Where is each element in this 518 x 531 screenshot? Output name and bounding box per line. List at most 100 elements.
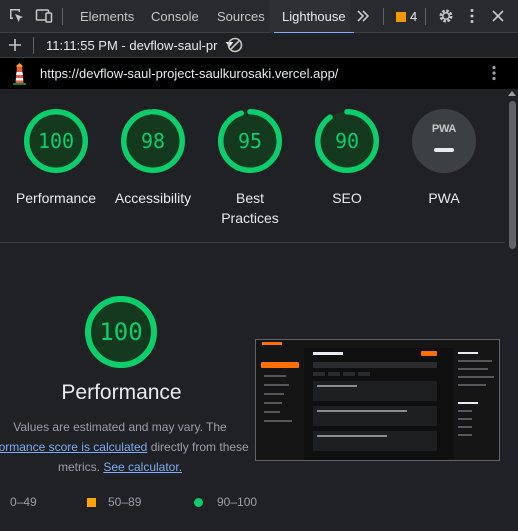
legend-pass: 90–100: [194, 494, 257, 510]
gauge-performance[interactable]: 100 Performance: [8, 109, 104, 208]
thumbnail-text: [317, 435, 387, 437]
scrollbar-thumb[interactable]: [509, 101, 516, 249]
tab-sources[interactable]: Sources: [217, 0, 265, 33]
section-divider: [0, 242, 505, 243]
thumbnail-navbar: [256, 340, 499, 348]
average-square-icon: [87, 498, 96, 507]
final-screenshot-thumbnail[interactable]: [255, 339, 500, 461]
report-selector-label: 11:11:55 PM - devflow-saul-pr: [46, 38, 218, 53]
see-calculator-link[interactable]: See calculator.: [103, 460, 182, 474]
clear-reports-icon[interactable]: [226, 36, 244, 54]
thumbnail-right-sidebar: [454, 348, 499, 460]
issues-counter[interactable]: 4: [396, 8, 417, 25]
note-text: Values are estimated and may vary. The: [13, 420, 227, 434]
score-label: Accessibility: [114, 190, 192, 206]
more-options-icon[interactable]: [463, 7, 481, 25]
thumbnail-text: [458, 402, 478, 404]
settings-gear-icon[interactable]: [437, 7, 455, 25]
toolbar-separator: [425, 8, 426, 25]
score-label: SEO: [332, 190, 362, 206]
gauge-best-practices[interactable]: 95 Best Practices: [202, 109, 298, 228]
more-tabs-chevron-icon[interactable]: [354, 7, 372, 25]
thumbnail-text: [458, 434, 472, 436]
thumbnail-question-card: [313, 431, 437, 451]
thumbnail-button: [421, 351, 437, 356]
score-label: Performance: [15, 190, 97, 206]
new-report-plus-icon[interactable]: [6, 36, 24, 54]
thumbnail-text: [458, 352, 478, 354]
thumbnail-text: [458, 418, 472, 420]
note-text: directly from these: [150, 440, 249, 454]
score-ring: 90: [315, 109, 379, 173]
thumbnail-filter: [358, 372, 370, 376]
note-text: metrics.: [57, 460, 100, 474]
report-url-bar: https://devflow-saul-project-saulkurosak…: [0, 58, 518, 89]
score-ring: 100: [24, 109, 88, 173]
score-value: 100: [37, 129, 75, 153]
thumbnail-nav-item: [264, 384, 289, 386]
category-title: Performance: [61, 381, 182, 404]
thumbnail-filter: [328, 372, 340, 376]
score-ring: 95: [218, 109, 282, 173]
scroll-up-arrow-icon[interactable]: [508, 91, 516, 96]
devtools-tab-bar: Elements Console Sources Lighthouse 4: [0, 0, 518, 34]
lighthouse-logo-icon: [11, 63, 28, 85]
thumbnail-question-card: [313, 406, 437, 426]
tab-lighthouse[interactable]: Lighthouse: [274, 0, 354, 34]
thumbnail-text: [317, 410, 407, 412]
tab-console[interactable]: Console: [151, 0, 199, 33]
thumbnail-search: [313, 362, 437, 368]
thumbnail-sidebar: [256, 348, 304, 460]
thumbnail-text: [458, 360, 492, 362]
thumbnail-active-nav: [261, 362, 299, 368]
audited-url[interactable]: https://devflow-saul-project-saulkurosak…: [40, 58, 338, 89]
issue-flag-icon: [396, 12, 406, 22]
toolbar-separator: [33, 37, 34, 54]
legend-fail-label: 0–49: [10, 495, 37, 509]
toolbar-separator: [62, 8, 63, 25]
thumbnail-text: [458, 410, 472, 412]
thumbnail-nav-item: [264, 375, 286, 377]
thumbnail-nav-item: [264, 411, 280, 413]
gauge-pwa[interactable]: PWA PWA: [396, 109, 492, 208]
legend-average: 50–89: [87, 494, 141, 510]
score-label: PWA: [428, 190, 460, 206]
thumbnail-text: [458, 376, 494, 378]
close-devtools-icon[interactable]: [489, 7, 507, 25]
lighthouse-toolbar: 11:11:55 PM - devflow-saul-pr: [0, 33, 518, 58]
thumbnail-logo: [262, 342, 282, 345]
score-ring: 98: [121, 109, 185, 173]
report-selector[interactable]: 11:11:55 PM - devflow-saul-pr: [46, 33, 234, 58]
thumbnail-text: [458, 426, 472, 428]
thumbnail-nav-item: [264, 402, 282, 404]
score-label: Best Practices: [221, 190, 279, 226]
legend-pass-label: 90–100: [217, 495, 258, 509]
report-scrollbar[interactable]: [505, 89, 518, 531]
gauge-seo[interactable]: 90 SEO: [299, 109, 395, 208]
score-value: 90: [334, 129, 360, 153]
thumbnail-filter: [313, 372, 325, 376]
legend-fail: 0–49: [10, 494, 37, 510]
score-calculation-link[interactable]: rformance score is calculated: [0, 440, 147, 454]
thumbnail-filter: [343, 372, 355, 376]
thumbnail-heading: [313, 352, 343, 355]
thumbnail-nav-item: [264, 393, 284, 395]
legend-average-label: 50–89: [108, 495, 142, 509]
thumbnail-question-card: [313, 381, 437, 401]
tab-elements[interactable]: Elements: [80, 0, 134, 33]
thumbnail-text: [458, 384, 486, 386]
device-toolbar-icon[interactable]: [35, 7, 53, 25]
toolbar-separator: [383, 8, 384, 25]
report-menu-icon[interactable]: [485, 64, 503, 82]
gauge-accessibility[interactable]: 98 Accessibility: [105, 109, 201, 208]
score-value: 95: [237, 129, 263, 153]
pwa-dash-icon: [434, 148, 454, 152]
performance-category-gauge: 100: [85, 296, 157, 368]
lighthouse-report: 100 Performance 98 Accessibility 95 Best…: [0, 89, 505, 531]
pwa-badge-text: PWA: [431, 123, 457, 135]
pwa-badge: PWA: [412, 109, 476, 173]
pass-circle-icon: [194, 498, 203, 507]
thumbnail-text: [458, 368, 488, 370]
inspect-element-icon[interactable]: [8, 7, 26, 25]
score-estimate-note: Values are estimated and may vary. The r…: [0, 417, 270, 477]
